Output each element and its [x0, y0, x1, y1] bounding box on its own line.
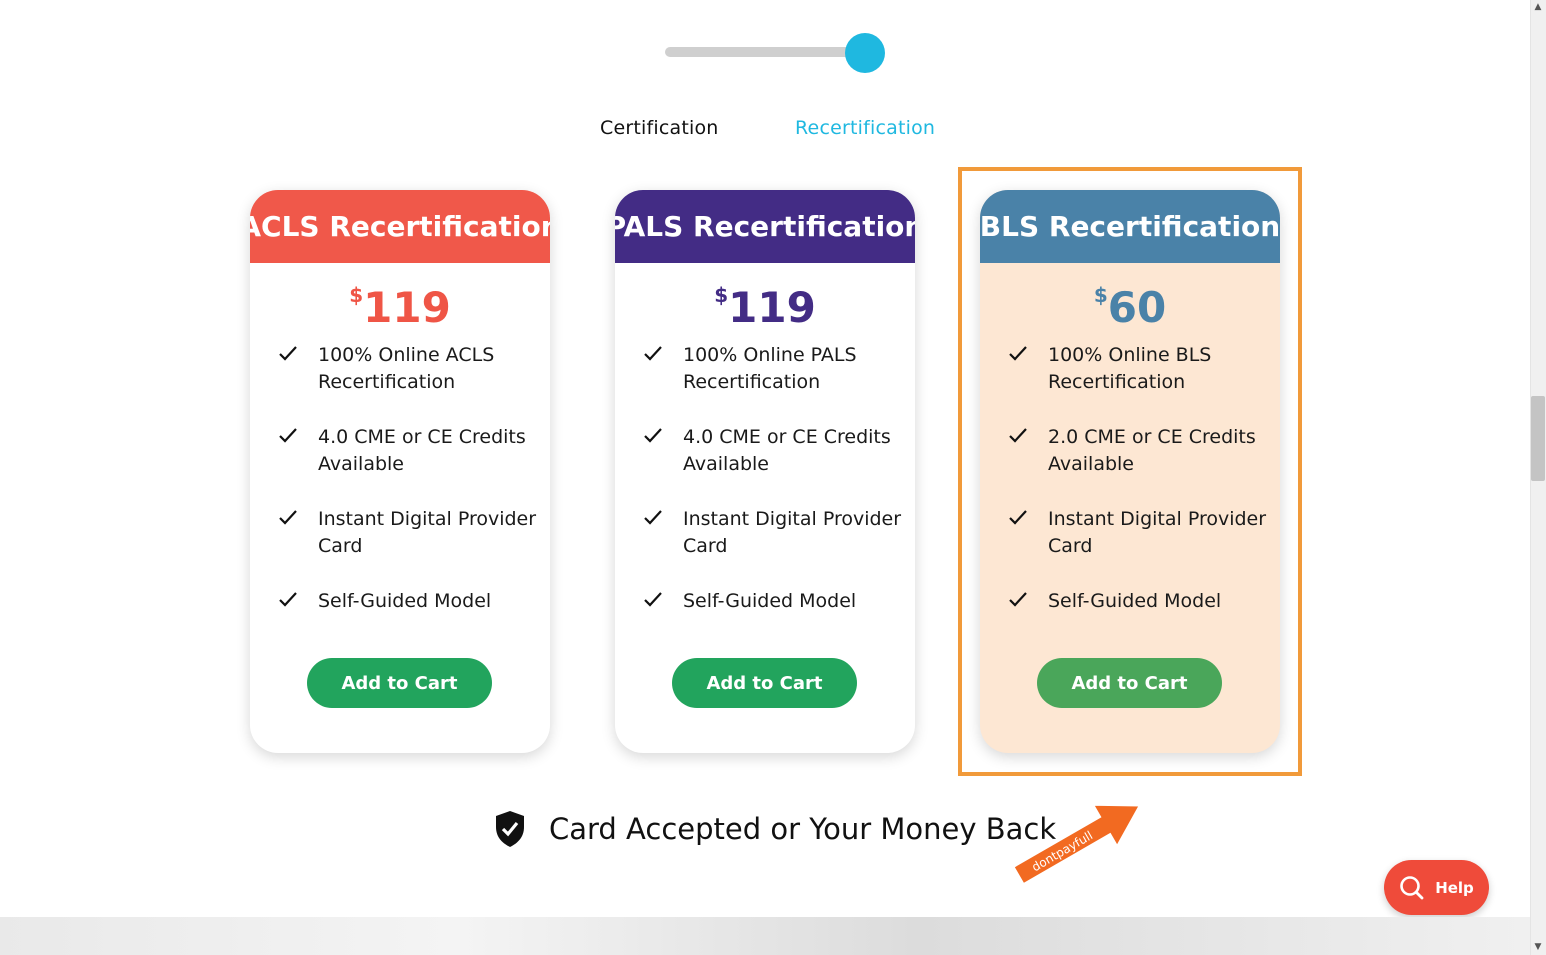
feature-text: Self-Guided Model [1048, 590, 1222, 612]
check-icon [1009, 428, 1027, 443]
feature-text: 100% Online BLS Recertification [1048, 344, 1212, 393]
pricing-card-bls: BLS Recertification $60 100% Online BLS … [980, 190, 1280, 753]
price-currency: $ [714, 283, 729, 307]
plan-toggle-knob[interactable] [845, 33, 885, 73]
price-currency: $ [1093, 283, 1108, 307]
price-currency: $ [349, 283, 364, 307]
feature-text: Self-Guided Model [318, 590, 492, 612]
plan-toggle-track[interactable] [665, 47, 875, 57]
check-icon [644, 592, 662, 607]
price-amount: 119 [363, 283, 451, 332]
tab-certification[interactable]: Certification [600, 117, 719, 139]
card-title: BLS Recertification [980, 190, 1280, 263]
tab-recertification[interactable]: Recertification [795, 117, 935, 139]
feature-item: 4.0 CME or CE Credits Available [643, 424, 913, 478]
background-image-strip [0, 917, 1530, 955]
feature-item: Self-Guided Model [278, 588, 548, 615]
scrollbar-thumb[interactable] [1531, 396, 1545, 481]
feature-item: 2.0 CME or CE Credits Available [1008, 424, 1278, 478]
feature-item: 4.0 CME or CE Credits Available [278, 424, 548, 478]
check-icon [1009, 592, 1027, 607]
add-to-cart-button[interactable]: Add to Cart [1037, 658, 1222, 708]
feature-item: Self-Guided Model [1008, 588, 1278, 615]
promo-arrow-badge: dontpayfull [1012, 803, 1142, 886]
card-title: PALS Recertification [615, 190, 915, 263]
check-icon [279, 428, 297, 443]
check-icon [279, 592, 297, 607]
check-icon [644, 428, 662, 443]
feature-item: Instant Digital Provider Card [278, 506, 548, 560]
feature-item: Instant Digital Provider Card [643, 506, 913, 560]
pricing-card-pals: PALS Recertification $119 100% Online PA… [615, 190, 915, 753]
feature-list: 100% Online ACLS Recertification 4.0 CME… [250, 332, 550, 615]
check-icon [1009, 510, 1027, 525]
check-icon [279, 510, 297, 525]
card-price: $119 [615, 283, 915, 332]
help-label: Help [1435, 878, 1474, 897]
feature-text: 4.0 CME or CE Credits Available [683, 426, 891, 475]
feature-text: 100% Online PALS Recertification [683, 344, 857, 393]
add-to-cart-button[interactable]: Add to Cart [672, 658, 857, 708]
add-to-cart-button[interactable]: Add to Cart [307, 658, 492, 708]
scroll-up-arrow[interactable]: ▲ [1531, 0, 1545, 14]
search-icon [1400, 875, 1424, 899]
feature-text: Instant Digital Provider Card [318, 508, 537, 557]
feature-item: 100% Online PALS Recertification [643, 342, 913, 396]
feature-text: Self-Guided Model [683, 590, 857, 612]
feature-list: 100% Online BLS Recertification 2.0 CME … [980, 332, 1280, 615]
feature-text: 2.0 CME or CE Credits Available [1048, 426, 1256, 475]
price-amount: 60 [1107, 283, 1167, 332]
card-price: $60 [980, 283, 1280, 332]
money-back-guarantee: Card Accepted or Your Money Back [494, 810, 1056, 848]
feature-text: 100% Online ACLS Recertification [318, 344, 495, 393]
feature-text: 4.0 CME or CE Credits Available [318, 426, 526, 475]
feature-text: Instant Digital Provider Card [1048, 508, 1267, 557]
shield-check-icon [496, 811, 524, 847]
check-icon [279, 346, 297, 361]
feature-item: Self-Guided Model [643, 588, 913, 615]
price-amount: 119 [728, 283, 816, 332]
check-icon [644, 346, 662, 361]
feature-item: Instant Digital Provider Card [1008, 506, 1278, 560]
card-title: ACLS Recertification [250, 190, 550, 263]
card-price: $119 [250, 283, 550, 332]
pricing-card-acls: ACLS Recertification $119 100% Online AC… [250, 190, 550, 753]
feature-item: 100% Online BLS Recertification [1008, 342, 1278, 396]
check-icon [644, 510, 662, 525]
scroll-down-arrow[interactable]: ▼ [1531, 940, 1545, 954]
feature-list: 100% Online PALS Recertification 4.0 CME… [615, 332, 915, 615]
feature-text: Instant Digital Provider Card [683, 508, 902, 557]
check-icon [1009, 346, 1027, 361]
feature-item: 100% Online ACLS Recertification [278, 342, 548, 396]
guarantee-text: Card Accepted or Your Money Back [549, 812, 1057, 846]
help-button[interactable]: Help [1384, 860, 1489, 915]
